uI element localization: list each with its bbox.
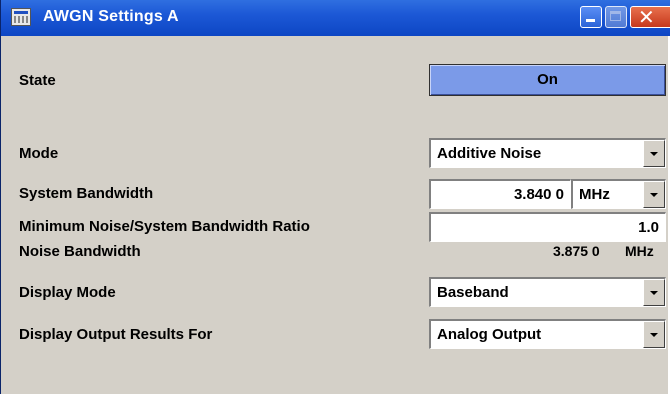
maximize-icon[interactable] xyxy=(605,6,627,28)
chevron-down-icon[interactable] xyxy=(643,321,665,348)
state-on-button[interactable]: On xyxy=(429,64,666,96)
display-output-dropdown[interactable]: Analog Output xyxy=(429,319,666,349)
display-mode-dropdown[interactable]: Baseband xyxy=(429,277,666,307)
state-label: State xyxy=(19,72,56,89)
title-bar[interactable]: AWGN Settings A ✕ xyxy=(1,0,670,36)
noise-bandwidth-label: Noise Bandwidth xyxy=(19,243,141,260)
noise-bandwidth-value: 3.875 0 xyxy=(553,243,600,259)
mode-dropdown[interactable]: Additive Noise xyxy=(429,138,666,168)
min-ratio-input[interactable]: 1.0 xyxy=(429,212,666,242)
minimize-icon[interactable] xyxy=(580,6,602,28)
window-title: AWGN Settings A xyxy=(43,8,179,25)
system-bandwidth-unit-dropdown[interactable]: MHz xyxy=(571,179,666,209)
display-output-value: Analog Output xyxy=(437,326,542,343)
system-bandwidth-unit: MHz xyxy=(579,186,610,203)
mode-value: Additive Noise xyxy=(437,145,542,162)
chevron-down-icon[interactable] xyxy=(643,140,665,167)
min-ratio-value: 1.0 xyxy=(638,219,659,236)
system-bandwidth-input[interactable]: 3.840 0 xyxy=(429,179,571,209)
noise-bandwidth-unit: MHz xyxy=(625,243,654,259)
system-bandwidth-label: System Bandwidth xyxy=(19,185,154,202)
display-mode-label: Display Mode xyxy=(19,284,116,301)
chevron-down-icon[interactable] xyxy=(643,181,665,208)
min-ratio-label: Minimum Noise/System Bandwidth Ratio xyxy=(19,218,310,235)
settings-window-icon[interactable] xyxy=(11,8,31,26)
display-mode-value: Baseband xyxy=(437,284,509,301)
mode-label: Mode xyxy=(19,145,59,162)
awgn-settings-window: AWGN Settings A ✕ State On Mode Additive… xyxy=(0,0,670,394)
display-output-label: Display Output Results For xyxy=(19,326,213,343)
close-icon[interactable]: ✕ xyxy=(630,6,670,29)
chevron-down-icon[interactable] xyxy=(643,279,665,306)
system-bandwidth-value: 3.840 0 xyxy=(513,186,564,203)
